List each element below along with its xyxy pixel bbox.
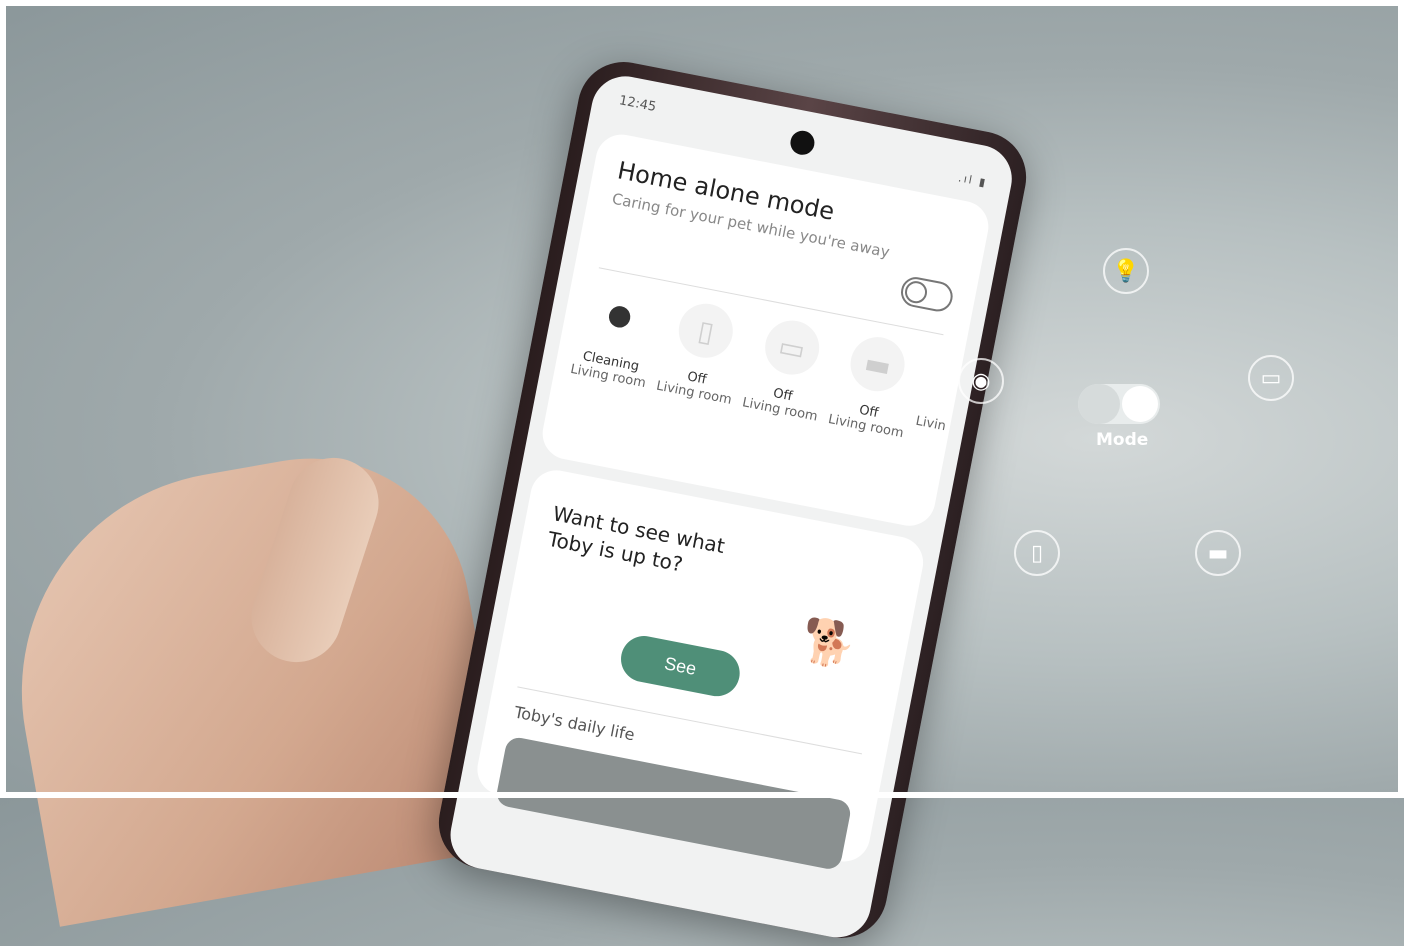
toggle-knob [1122,386,1158,422]
toby-card: Want to see what Toby is up to? 🐕 See To… [472,465,928,872]
status-icons: .ıl ▮ [957,171,989,190]
phone-screen: 12:45 .ıl ▮ Home alone mode Caring for y… [444,70,1018,944]
mode-label: Mode [1096,430,1149,450]
see-button[interactable]: See [617,632,744,701]
toby-question: Want to see what Toby is up to? [545,501,727,577]
air-conditioner-icon: ▬ [1195,530,1241,576]
toggle-track [1078,384,1120,424]
status-time: 12:45 [617,93,658,116]
mode-toggle[interactable] [898,274,956,314]
dog-icon: 🐕 [797,613,861,674]
daily-life-thumbnail[interactable] [494,735,853,872]
tv-icon: ▬ [846,332,910,396]
air-purifier-icon: ▯ [674,299,738,363]
home-alone-mode-card: Home alone mode Caring for your pet whil… [538,130,993,531]
front-camera [787,128,817,157]
daily-life-title: Toby's daily life [512,702,637,745]
mode-toggle-graphic [1078,384,1160,424]
robot-vacuum-icon: ● [588,282,652,346]
phone: 12:45 .ıl ▮ Home alone mode Caring for y… [430,54,1035,946]
tv-icon: ▭ [1248,355,1294,401]
air-conditioner-icon: ▭ [760,315,824,380]
device-room: Livin [914,413,948,435]
hand [0,433,513,927]
toggle-knob [903,279,929,306]
lightbulb-icon: 💡 [1103,248,1149,294]
robot-vacuum-icon: ◉ [958,358,1004,404]
air-purifier-icon: ▯ [1014,530,1060,576]
